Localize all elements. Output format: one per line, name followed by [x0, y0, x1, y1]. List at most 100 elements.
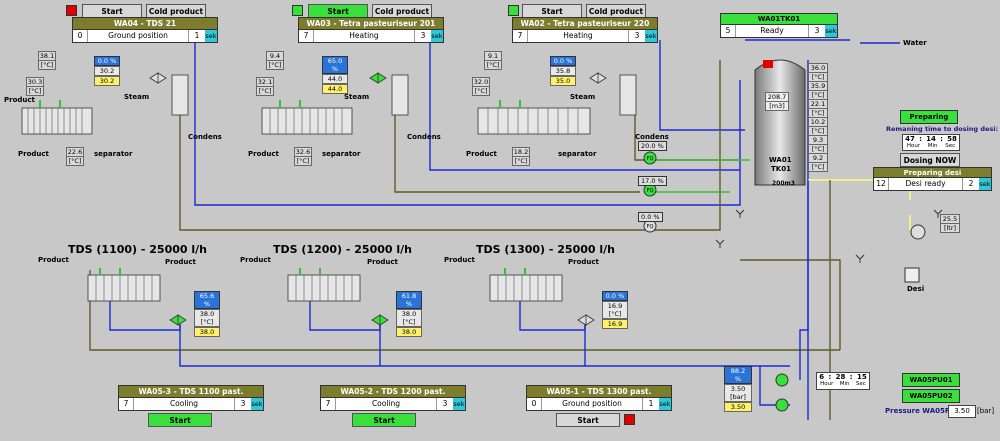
preparing-button[interactable]: Preparing [900, 110, 958, 124]
step-status: Ground position [88, 30, 189, 42]
valve-readout-wa04: 0.0 % 30.2 30.2 [94, 56, 120, 86]
temp-out: 18.2 [°C] [512, 147, 530, 166]
temp-out: 32.6 [°C] [294, 147, 312, 166]
panel-wa03: WA03 - Tetra pasteuriseur 201 7 Heating 3 s… [298, 17, 444, 43]
tds-header-1300: TDS (1300) - 25000 l/h [476, 243, 615, 256]
product-label: Product [367, 258, 398, 266]
product-label: Product [444, 256, 475, 264]
step-number: 0 [73, 30, 88, 42]
svg-text:FQ: FQ [647, 188, 654, 194]
step-status: Ground position [542, 398, 643, 410]
valve-readout-wa02: 0.0 % 35.8 35.0 [550, 56, 576, 86]
panel-desi: 12 Desi ready 2 sek [873, 177, 992, 191]
start-button-wa05-3[interactable]: Start [148, 413, 212, 427]
steam-label: Steam [570, 93, 596, 101]
time-unit: sek [645, 30, 657, 42]
start-button-wa02[interactable]: Start [522, 4, 582, 18]
product-label: Product [466, 150, 497, 158]
step-status: Heating [314, 30, 415, 42]
cold-product-button-wa02[interactable]: Cold product [586, 4, 646, 18]
product-label: Product [38, 256, 69, 264]
step-status: Heating [528, 30, 629, 42]
cold-product-button-wa04[interactable]: Cold product [146, 4, 206, 18]
time-unit: sek [453, 398, 465, 410]
steam-label: Steam [124, 93, 150, 101]
condens-label: Condens [188, 133, 222, 141]
product-label: Product [240, 256, 271, 264]
pump-readout: 88.2 % 3.50 [bar] 3.50 [724, 366, 752, 412]
tds-readout-1200: 61.8 % 38.0 [°C] 38.0 [396, 291, 422, 337]
temp-product-in: 9.1 [°C] [484, 51, 502, 70]
desi-level: 25.5 [ltr] [940, 214, 960, 233]
tank-temp-2: 35.9 [°C] [808, 81, 828, 100]
start-button-wa05-2[interactable]: Start [352, 413, 416, 427]
panel-wa05-2: WA05-2 - TDS 1200 past. 7 Cooling 3 sek [320, 385, 466, 411]
temp-heat: 30.3 [°C] [26, 77, 44, 96]
panel-wa02: WA02 - Tetra pasteuriseur 220 7 Heating 3 s… [512, 17, 658, 43]
start-button-wa04[interactable]: Start [82, 4, 142, 18]
step-time: 3 [442, 399, 448, 408]
panel-wa05-3: WA05-3 - TDS 1100 past. 7 Cooling 3 sek [118, 385, 264, 411]
temp-product-in: 38.1 [°C] [38, 51, 56, 70]
tank-capacity: 200m3 [772, 180, 795, 187]
step-number: 0 [527, 398, 542, 410]
step-status: Desi ready [889, 178, 963, 190]
water-label: Water [903, 39, 927, 47]
tank-temp-6: 9.2 [°C] [808, 153, 828, 172]
tank-temp-4: 10.2 [°C] [808, 117, 828, 136]
panel-title: WA05-2 - TDS 1200 past. [320, 385, 466, 398]
status-indicator-wa02 [508, 5, 519, 16]
step-number: 7 [299, 30, 314, 42]
tds-header-1100: TDS (1100) - 25000 l/h [68, 243, 207, 256]
tank-temp-5: 9.3 [°C] [808, 135, 828, 154]
time-unit: sek [251, 398, 263, 410]
start-button-wa03[interactable]: Start [308, 4, 368, 18]
step-number: 7 [513, 30, 528, 42]
tank-tag: TK01 [771, 165, 791, 173]
step-number: 5 [721, 25, 736, 37]
time-unit: sek [205, 30, 217, 42]
timer-display: 6:28:15 Hour Min Sec [816, 372, 870, 390]
panel-wa05-1: WA05-1 - TDS 1300 past. 0 Ground position… [526, 385, 672, 411]
panel-title: WA05-1 - TDS 1300 past. [526, 385, 672, 398]
pressure-unit: [bar] [977, 407, 995, 415]
step-time: 2 [968, 179, 974, 188]
step-number: 12 [874, 178, 889, 190]
steam-label: Steam [344, 93, 370, 101]
time-unit: sek [979, 178, 991, 190]
panel-title: WA03 - Tetra pasteuriseur 201 [298, 17, 444, 30]
step-time: 3 [814, 26, 820, 35]
status-indicator-wa04 [66, 5, 77, 16]
temp-heat: 32.0 [°C] [472, 77, 490, 96]
pump-wa05pu01[interactable]: WA05PU01 [902, 373, 960, 387]
tds-readout-1300: 0.0 % 16.9 [°C] 16.9 [602, 291, 628, 329]
tank-temp-1: 36.0 [°C] [808, 63, 828, 82]
time-unit: sek [825, 25, 837, 37]
condens-label: Condens [407, 133, 441, 141]
flow-readout-1: 20.0 % [638, 141, 667, 151]
step-time: 3 [420, 31, 426, 40]
dosing-now-button[interactable]: Dosing NOW [900, 153, 960, 167]
time-unit: sek [659, 398, 671, 410]
temp-product-in: 9.4 [°C] [266, 51, 284, 70]
dosing-countdown: 47:14:58 Hour Min Sec [902, 134, 960, 151]
product-label: Product [568, 258, 599, 266]
panel-title: WA02 - Tetra pasteuriseur 220 [512, 17, 658, 30]
valve-readout-wa03: 65.0 % 44.0 44.0 [322, 56, 348, 94]
step-time: 1 [194, 31, 200, 40]
status-indicator-wa05-1 [624, 414, 635, 425]
panel-title: WA05-3 - TDS 1100 past. [118, 385, 264, 398]
step-time: 3 [634, 31, 640, 40]
start-button-wa05-1[interactable]: Start [556, 413, 620, 427]
svg-text:FQ: FQ [647, 224, 654, 230]
tds-header-1200: TDS (1200) - 25000 l/h [273, 243, 412, 256]
tds-readout-1100: 65.6 % 38.0 [°C] 38.0 [194, 291, 220, 337]
pump-wa05pu02[interactable]: WA05PU02 [902, 389, 960, 403]
step-status: Cooling [336, 398, 437, 410]
product-label: Product [4, 96, 35, 104]
flow-readout-3: 0.0 % [638, 212, 663, 222]
tank-volume: 208.7 [m3] [765, 92, 789, 111]
time-unit: sek [431, 30, 443, 42]
cold-product-button-wa03[interactable]: Cold product [372, 4, 432, 18]
desi-label: Desi [907, 285, 925, 293]
